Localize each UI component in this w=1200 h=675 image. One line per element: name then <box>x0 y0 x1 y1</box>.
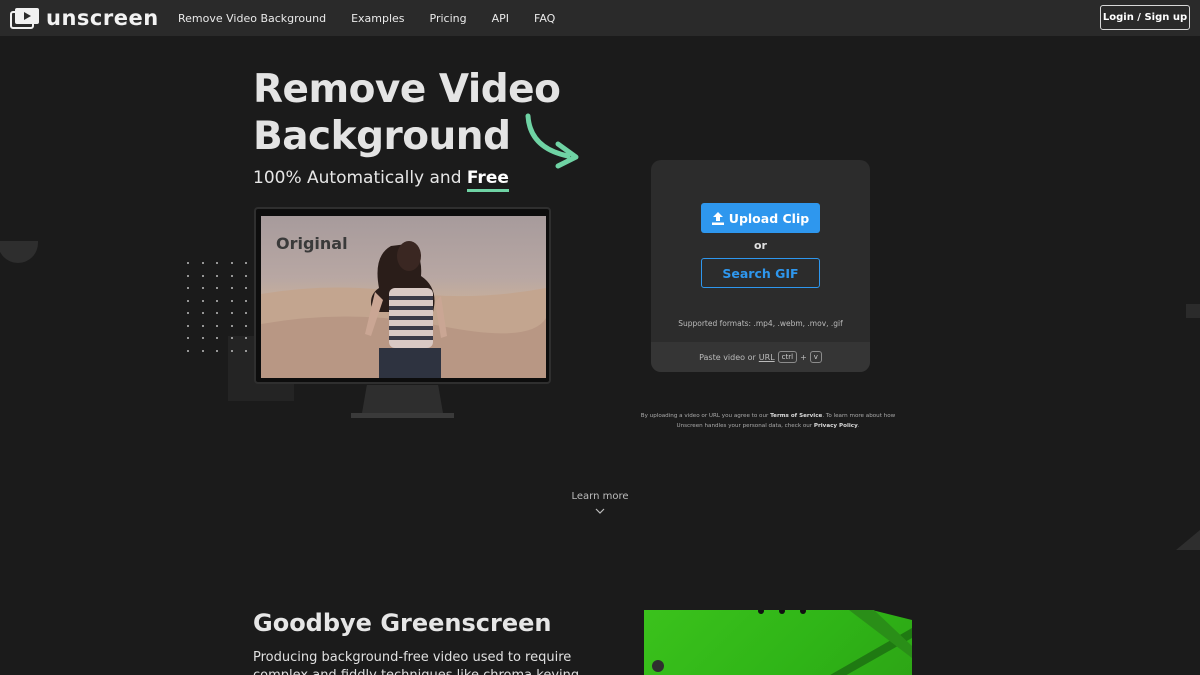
terms-of-service-link[interactable]: Terms of Service <box>770 413 822 419</box>
legal-text-1: By uploading a video or URL you agree to… <box>640 413 769 419</box>
page: unscreen Remove Video Background Example… <box>0 0 1200 675</box>
decor-dot <box>216 349 218 352</box>
nav-link-remove-video-background[interactable]: Remove Video Background <box>178 12 326 25</box>
nav-link-pricing[interactable]: Pricing <box>430 12 467 25</box>
goodbye-greenscreen-title: Goodbye Greenscreen <box>253 609 552 637</box>
top-nav: unscreen Remove Video Background Example… <box>0 0 1200 36</box>
decor-half-circle <box>0 241 38 263</box>
decor-dot <box>216 287 218 289</box>
video-preview: Original <box>261 216 546 378</box>
learn-more-link[interactable]: Learn more <box>0 491 1200 502</box>
decor-dot <box>245 312 247 314</box>
decor-dot <box>245 337 247 339</box>
search-gif-button[interactable]: Search GIF <box>701 258 820 288</box>
decor-edge-rect <box>1186 304 1200 318</box>
decor-dot <box>216 262 218 264</box>
nav-link-faq[interactable]: FAQ <box>534 12 555 25</box>
decor-edge-triangle <box>1176 525 1200 550</box>
decor-dot <box>216 274 218 277</box>
decor-dot <box>201 274 204 277</box>
decor-dot <box>230 324 233 327</box>
paste-url-link[interactable]: URL <box>759 353 775 362</box>
decor-dot <box>201 337 204 339</box>
decor-dot <box>201 262 204 264</box>
plus-sign: + <box>800 352 807 362</box>
upload-clip-button[interactable]: Upload Clip <box>701 203 820 233</box>
hero-subtitle-prefix: 100% Automatically and <box>253 168 462 188</box>
upload-card: Upload Clip or Search GIF Supported form… <box>651 160 870 372</box>
decor-dot <box>187 337 189 339</box>
preview-label: Original <box>276 234 348 253</box>
chevron-down-icon[interactable] <box>595 508 605 515</box>
decor-dot <box>245 274 247 277</box>
privacy-policy-link[interactable]: Privacy Policy <box>814 423 858 429</box>
play-icon <box>10 8 39 29</box>
decor-dot <box>201 312 204 314</box>
nav-link-examples[interactable]: Examples <box>351 12 404 25</box>
paste-prefix: Paste video or <box>699 352 756 362</box>
logo-text: unscreen <box>46 6 159 30</box>
decor-dot <box>187 299 189 302</box>
decor-dot <box>245 299 247 302</box>
legal-notice: By uploading a video or URL you agree to… <box>640 411 896 431</box>
decor-dot <box>245 349 247 352</box>
login-signup-button[interactable]: Login / Sign up <box>1100 5 1190 30</box>
monitor-stand <box>362 385 443 413</box>
decor-dot <box>245 324 247 327</box>
decor-dot <box>187 324 189 327</box>
decor-dot <box>201 324 204 327</box>
logo[interactable]: unscreen <box>10 6 159 30</box>
goodbye-greenscreen-text: Producing background-free video used to … <box>253 650 579 675</box>
decor-dot <box>245 287 247 289</box>
decor-dot <box>216 299 218 302</box>
decor-dot <box>230 337 233 339</box>
greenscreen-image <box>644 610 912 675</box>
greenscreen-scene <box>652 610 912 675</box>
decor-dot <box>201 299 204 302</box>
nav-links: Remove Video Background Examples Pricing… <box>178 0 580 36</box>
decor-dot <box>216 337 218 339</box>
decor-dot <box>216 324 218 327</box>
hero-subtitle-free: Free <box>466 168 509 192</box>
decor-dot <box>230 349 233 352</box>
decor-dot <box>245 262 247 264</box>
monitor-base <box>351 413 454 418</box>
decor-dot <box>230 287 233 289</box>
decor-dot <box>230 262 233 264</box>
decor-dot <box>230 299 233 302</box>
legal-text-3: . <box>857 423 860 429</box>
decor-dot <box>201 349 204 352</box>
decor-dot <box>187 262 189 264</box>
curved-arrow-icon <box>525 113 579 169</box>
decor-dot <box>187 274 189 277</box>
upload-clip-label: Upload Clip <box>728 210 810 226</box>
decor-dot <box>187 312 189 314</box>
decor-dot <box>187 287 189 289</box>
or-divider: or <box>754 239 767 252</box>
supported-formats: Supported formats: .mp4, .webm, .mov, .g… <box>678 319 843 328</box>
nav-link-api[interactable]: API <box>492 12 509 25</box>
decor-dot <box>230 312 233 314</box>
decor-dot <box>230 274 233 277</box>
decor-dot <box>201 287 204 289</box>
decor-dot <box>216 312 218 314</box>
upload-icon <box>711 211 724 225</box>
ctrl-key: ctrl <box>777 351 798 363</box>
v-key: v <box>809 351 822 363</box>
hero-subtitle: 100% Automatically and Free <box>253 168 509 192</box>
paste-bar[interactable]: Paste video or URL ctrl + v <box>651 342 870 372</box>
decor-dot <box>187 349 189 352</box>
monitor-preview: Original <box>254 207 551 384</box>
